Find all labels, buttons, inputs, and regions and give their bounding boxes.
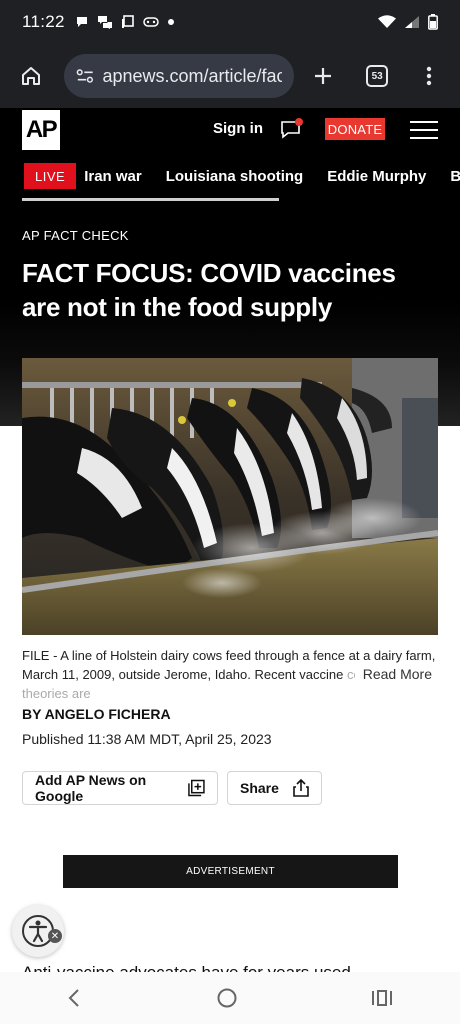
- home-icon: [21, 67, 40, 85]
- ap-logo-text: AP: [25, 116, 58, 143]
- sign-in-link[interactable]: Sign in: [213, 120, 263, 137]
- hamburger-menu-button[interactable]: [410, 120, 438, 140]
- signal-icon: [405, 16, 419, 28]
- tab-switcher-button[interactable]: 53: [358, 56, 396, 96]
- live-badge[interactable]: LIVE: [24, 163, 77, 189]
- site-settings-icon[interactable]: [76, 68, 95, 84]
- hero-image-cows[interactable]: [22, 358, 438, 635]
- copy-icon: [121, 15, 134, 28]
- more-vert-icon: [426, 66, 432, 86]
- byline[interactable]: BY ANGELO FICHERA: [22, 706, 171, 722]
- home-circle-icon[interactable]: [216, 987, 238, 1009]
- donate-button[interactable]: DONATE: [325, 118, 385, 140]
- address-bar[interactable]: apnews.com/article/fact-: [63, 54, 295, 98]
- advertisement-banner: ADVERTISEMENT: [63, 855, 398, 888]
- article-kicker[interactable]: AP FACT CHECK: [22, 228, 129, 243]
- browser-toolbar: apnews.com/article/fact- 53: [0, 44, 460, 108]
- nav-scroll-indicator: [22, 198, 279, 201]
- notifications-button[interactable]: [279, 116, 305, 142]
- more-menu-button[interactable]: [410, 56, 448, 96]
- share-icon: [293, 779, 309, 797]
- chat-bubbles-icon: [97, 16, 112, 29]
- home-button[interactable]: [12, 56, 50, 96]
- article-headline: FACT FOCUS: COVID vaccines are not in th…: [22, 258, 396, 322]
- status-bar: 11:22: [0, 0, 460, 44]
- chat-bubble-icon: [76, 17, 87, 27]
- new-tab-button[interactable]: [304, 56, 342, 96]
- published-date: Published 11:38 AM MDT, April 25, 2023: [22, 731, 272, 747]
- comment-notification-icon: [281, 118, 303, 139]
- add-to-library-icon: [188, 779, 205, 797]
- recents-icon[interactable]: [371, 988, 393, 1008]
- google-button-label: Add AP News on Google: [35, 772, 147, 804]
- tab-switcher-icon: 53: [366, 65, 389, 87]
- accessibility-close-icon[interactable]: ✕: [48, 929, 62, 943]
- article-body-first-line: Anti-vaccine advocates have for years us…: [22, 960, 438, 972]
- nav-item-eddie-murphy[interactable]: Eddie Murphy: [327, 168, 426, 185]
- wifi-icon: [378, 15, 396, 28]
- status-time: 11:22: [22, 12, 65, 31]
- screen: 11:22 apnews.com/article/fact- 53 AP Sig…: [0, 0, 460, 1024]
- topic-nav: LIVE Iran war Louisiana shooting Eddie M…: [0, 162, 460, 190]
- cows-photo: [22, 358, 438, 635]
- share-button[interactable]: Share: [227, 771, 322, 805]
- dot-icon: [167, 19, 174, 25]
- ap-logo[interactable]: AP: [22, 110, 60, 150]
- article-body-text: Anti-vaccine advocates have for years us…: [22, 963, 351, 972]
- image-caption: FILE - A line of Holstein dairy cows fee…: [22, 646, 438, 703]
- battery-icon: [428, 14, 438, 30]
- nav-item-iran-war[interactable]: Iran war: [84, 168, 142, 185]
- url-text: apnews.com/article/fact-: [102, 65, 283, 86]
- nav-item-louisiana-shooting[interactable]: Louisiana shooting: [166, 168, 304, 185]
- menu-icon: [410, 121, 438, 139]
- read-more-link[interactable]: Read More: [354, 665, 432, 684]
- nav-item-baby[interactable]: Baby: [450, 168, 460, 185]
- gamepad-icon: [143, 17, 159, 27]
- new-tab-plus-icon: [315, 68, 332, 84]
- notification-icons: [75, 15, 175, 29]
- system-navigation-bar: [0, 972, 460, 1024]
- share-button-label: Share: [240, 780, 279, 796]
- back-icon[interactable]: [67, 988, 83, 1008]
- system-status-icons: [378, 14, 438, 30]
- add-ap-news-on-google-button[interactable]: Add AP News on Google: [22, 771, 218, 805]
